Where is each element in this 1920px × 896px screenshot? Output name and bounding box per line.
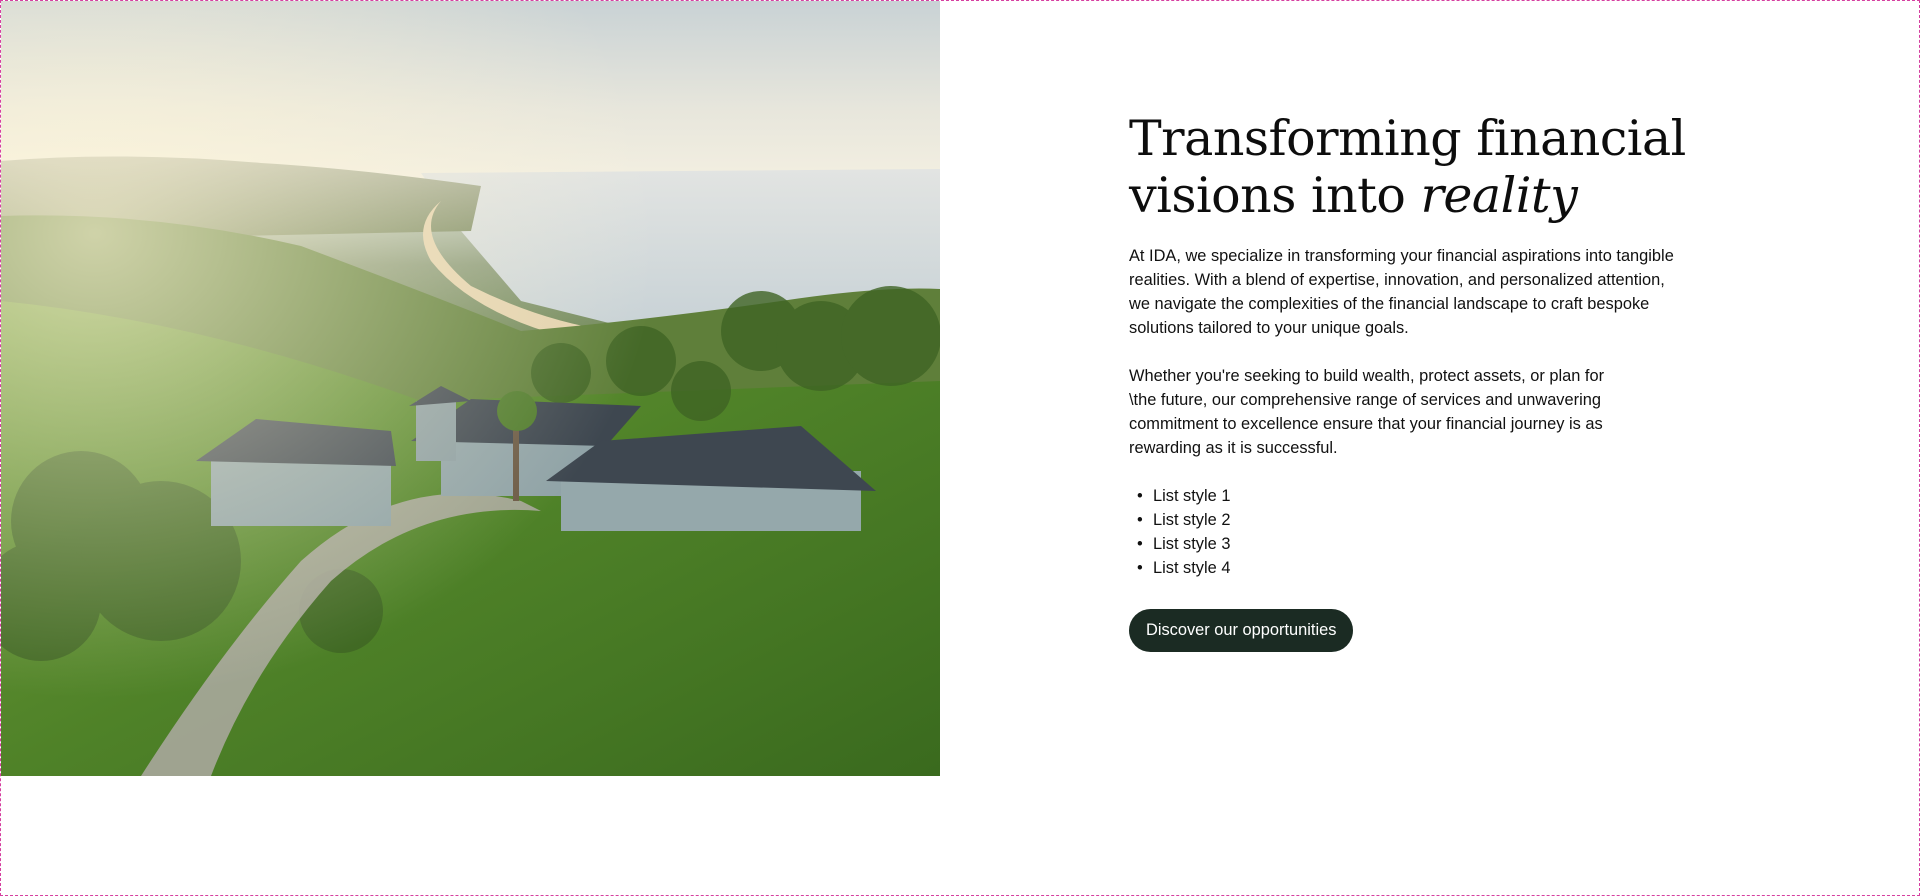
bullet-icon: • xyxy=(1137,535,1143,553)
bullet-icon: • xyxy=(1137,511,1143,529)
headline-line-2: visions into xyxy=(1129,167,1421,224)
feature-list: • List style 1 • List style 2 • List style … xyxy=(1129,484,1689,580)
headline-italic-word: reality xyxy=(1420,167,1578,224)
headline-line-1: Transforming financial xyxy=(1129,110,1686,167)
hero-image xyxy=(1,1,940,776)
intro-paragraph: At IDA, we specialize in transforming yo… xyxy=(1129,247,1674,337)
list-item: • List style 4 xyxy=(1129,556,1689,580)
list-item-label: List style 1 xyxy=(1153,487,1231,505)
list-item-label: List style 3 xyxy=(1153,535,1231,553)
list-item: • List style 2 xyxy=(1129,508,1689,532)
headline: Transforming financial visions into real… xyxy=(1129,110,1689,224)
list-item: • List style 3 xyxy=(1129,532,1689,556)
list-item: • List style 1 xyxy=(1129,484,1689,508)
bullet-icon: • xyxy=(1137,487,1143,505)
list-item-label: List style 4 xyxy=(1153,559,1231,577)
content-section: Transforming financial visions into real… xyxy=(1129,110,1689,652)
discover-opportunities-button[interactable]: Discover our opportunities xyxy=(1129,609,1354,652)
bullet-icon: • xyxy=(1137,559,1143,577)
list-item-label: List style 2 xyxy=(1153,511,1231,529)
secondary-paragraph: Whether you're seeking to build wealth, … xyxy=(1129,367,1605,457)
hero-illustration xyxy=(1,1,940,776)
